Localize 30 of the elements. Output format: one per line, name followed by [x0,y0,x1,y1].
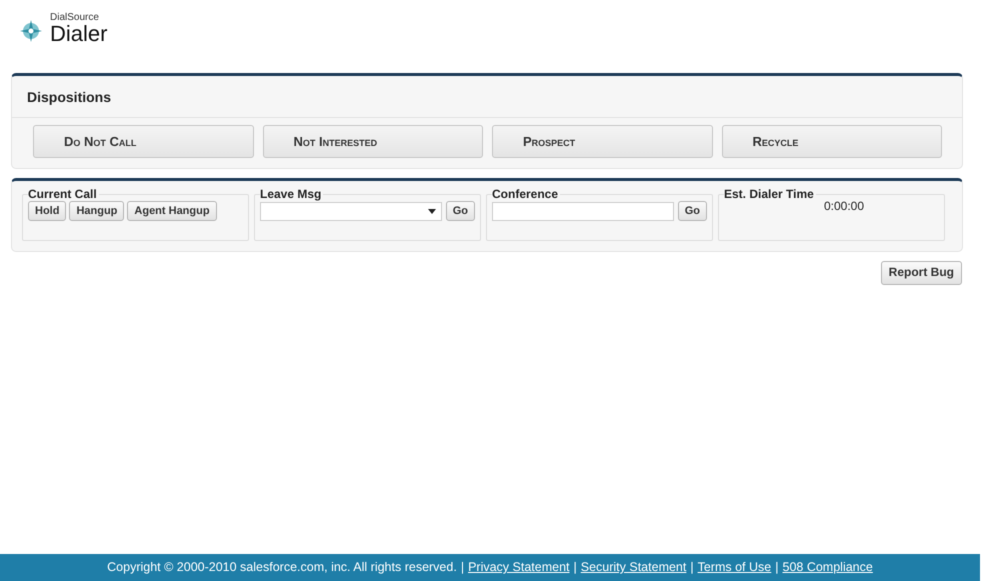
separator: | [775,559,778,576]
panel-title: Dispositions [27,89,112,105]
separator: | [460,559,464,576]
group-legend: Est. Dialer Time [724,188,816,202]
group-legend: Leave Msg [260,188,324,202]
disposition-button[interactable]: Prospect [492,125,712,158]
go-button[interactable]: Go [678,201,707,222]
group-legend: Conference [492,188,560,202]
separator: | [690,559,694,576]
page-title: Dialer [50,23,108,45]
conference-field[interactable] [492,202,674,221]
footer-link[interactable]: Security Statement [580,558,686,577]
disposition-button[interactable]: Do Not Call [33,125,254,158]
dropdown-caret-icon [428,208,436,214]
footer-link[interactable]: Terms of Use [698,558,772,577]
dialer-time-value: 0:00:00 [824,199,864,214]
footer-link[interactable]: 508 Compliance [782,558,873,577]
call-button[interactable]: Agent Hangup [127,201,217,222]
call-button[interactable]: Hangup [69,201,124,222]
brand-name: DialSource [50,13,100,23]
report-bug-button[interactable]: Report Bug [880,261,962,285]
footer-link[interactable]: Privacy Statement [468,558,570,577]
disposition-button[interactable]: Recycle [722,125,942,158]
call-button[interactable]: Hold [28,201,66,222]
go-button[interactable]: Go [446,201,475,222]
copyright-text: Copyright © 2000-2010 salesforce.com, inc. All rights reserved. [107,559,457,576]
group-legend: Current Call [28,188,99,202]
disposition-button[interactable]: Not Interested [262,125,483,158]
message-select[interactable] [260,202,442,221]
separator: | [574,559,577,576]
